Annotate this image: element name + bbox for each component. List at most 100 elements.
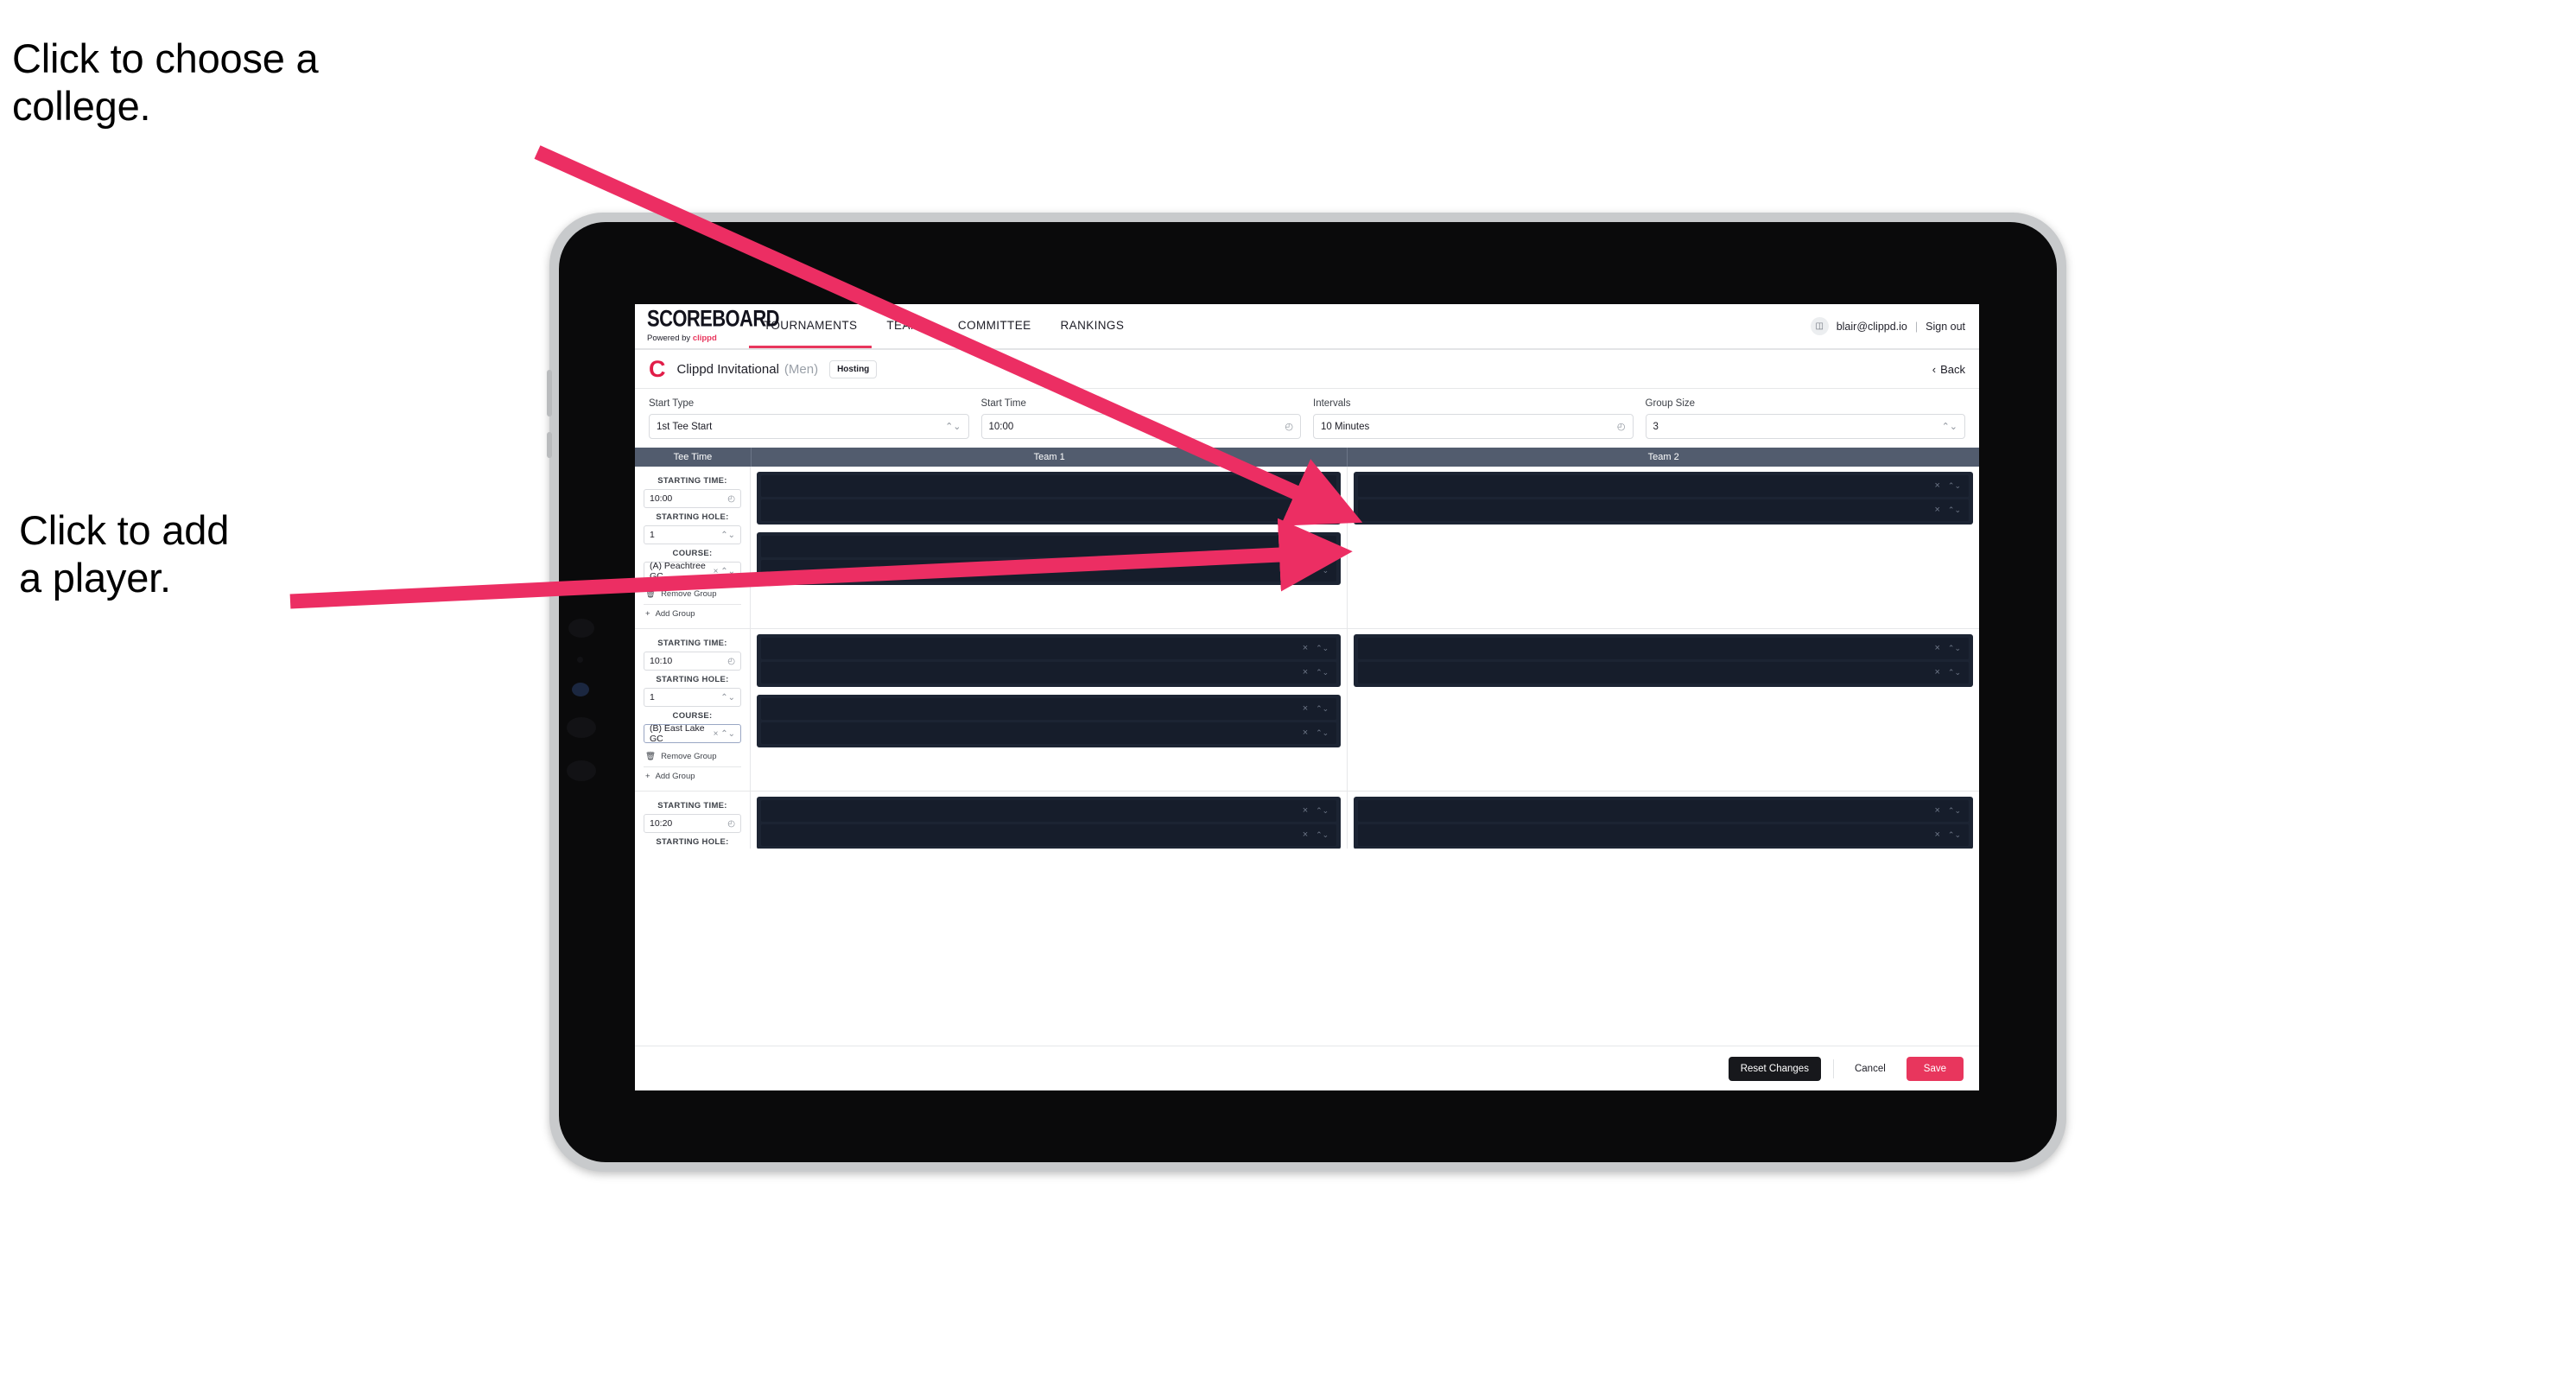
player-slot[interactable]: × ⌃⌄ [761,722,1337,744]
player-slot[interactable]: × ⌃⌄ [761,560,1337,582]
team1-cell: × ⌃⌄ × ⌃⌄ × ⌃⌄ × ⌃⌄ [751,467,1348,628]
remove-group-button[interactable]: 🗑 Remove Group [644,587,741,601]
clear-player-icon[interactable]: × [1934,644,1939,653]
nav-tab-rankings[interactable]: RANKINGS [1046,304,1139,348]
top-navigation-bar: SCOREBOARD Powered by clippd TOURNAMENTS… [635,304,1979,350]
user-avatar-icon[interactable]: ◫ [1810,317,1829,335]
group-size-select[interactable]: 3 ⌃⌄ [1645,414,1965,439]
starting-hole-label: STARTING HOLE: [656,675,729,684]
remove-group-button[interactable]: 🗑 Remove Group [644,749,741,764]
tee-time-row: STARTING TIME: 10:10 ◴ STARTING HOLE: 1 ⌃⌄ COU… [635,629,1979,792]
start-type-select[interactable]: 1st Tee Start ⌃⌄ [649,414,969,439]
starting-time-input[interactable]: 10:20 ◴ [644,814,741,833]
chevron-updown-icon[interactable]: ⌃⌄ [1316,482,1329,490]
course-clear-icon[interactable]: × ⌃⌄ [714,567,735,576]
clear-player-icon[interactable]: × [1303,481,1308,491]
chevron-updown-icon[interactable]: ⌃⌄ [1316,567,1329,575]
intervals-input[interactable]: 10 Minutes ◴ [1313,414,1634,439]
player-slot[interactable]: × ⌃⌄ [761,475,1337,497]
tee-time-table-body[interactable]: STARTING TIME: 10:00 ◴ STARTING HOLE: 1 ⌃⌄ COU… [635,467,1979,849]
player-slot[interactable]: × ⌃⌄ [1358,638,1969,659]
course-select[interactable]: (A) Peachtree GC × ⌃⌄ [644,561,741,582]
player-slot[interactable]: × ⌃⌄ [761,638,1337,659]
save-button[interactable]: Save [1906,1056,1964,1081]
chevron-updown-icon[interactable]: ⌃⌄ [1316,645,1329,652]
clear-player-icon[interactable]: × [1303,830,1308,840]
clear-player-icon[interactable]: × [1934,806,1939,816]
group-size-value: 3 [1653,421,1659,432]
chevron-updown-icon[interactable]: ⌃⌄ [1948,831,1961,839]
chevron-updown-icon[interactable]: ⌃⌄ [1316,705,1329,713]
clear-player-icon[interactable]: × [1303,668,1308,677]
nav-tab-teams[interactable]: TEAMS [872,304,943,348]
chevron-updown-icon[interactable]: ⌃⌄ [720,693,735,703]
back-link[interactable]: ‹ Back [1932,363,1965,376]
app-screen: SCOREBOARD Powered by clippd TOURNAMENTS… [635,304,1979,1090]
clock-icon[interactable]: ◴ [727,819,735,829]
hosting-badge: Hosting [829,359,878,378]
clear-player-icon[interactable]: × [1934,668,1939,677]
clear-player-icon[interactable]: × [1303,566,1308,575]
back-label: Back [1940,362,1965,376]
field-start-type: Start Type 1st Tee Start ⌃⌄ [649,398,969,439]
chevron-updown-icon[interactable]: ⌃⌄ [1948,506,1961,514]
player-slot[interactable]: × ⌃⌄ [1358,662,1969,683]
chevron-updown-icon[interactable]: ⌃⌄ [1948,807,1961,815]
player-slot[interactable]: × ⌃⌄ [1358,824,1969,846]
clock-icon[interactable]: ◴ [727,494,735,504]
starting-time-input[interactable]: 10:10 ◴ [644,652,741,671]
clear-player-icon[interactable]: × [1934,830,1939,840]
player-slot[interactable]: × ⌃⌄ [1358,800,1969,822]
chevron-updown-icon[interactable]: ⌃⌄ [1316,506,1329,514]
tournament-subheader: C Clippd Invitational (Men) Hosting ‹ Ba… [635,350,1979,389]
field-start-time: Start Time 10:00 ◴ [980,398,1301,439]
clear-player-icon[interactable]: × [1303,806,1308,816]
player-slot[interactable]: × ⌃⌄ [761,800,1337,822]
sign-out-link[interactable]: Sign out [1926,321,1965,333]
chevron-updown-icon[interactable]: ⌃⌄ [1316,729,1329,737]
start-time-input[interactable]: 10:00 ◴ [980,414,1301,439]
chevron-updown-icon[interactable]: ⌃⌄ [1948,669,1961,677]
clear-player-icon[interactable]: × [1303,644,1308,653]
chevron-updown-icon[interactable]: ⌃⌄ [1316,669,1329,677]
starting-hole-input[interactable]: 1 ⌃⌄ [644,688,741,707]
chevron-updown-icon[interactable]: ⌃⌄ [1316,543,1329,550]
tee-time-cell: STARTING TIME: 10:00 ◴ STARTING HOLE: 1 ⌃⌄ COU… [635,467,751,628]
cancel-button[interactable]: Cancel [1846,1057,1894,1081]
chevron-updown-icon[interactable]: ⌃⌄ [1948,482,1961,490]
starting-time-input[interactable]: 10:00 ◴ [644,489,741,508]
clear-player-icon[interactable]: × [1934,505,1939,515]
player-slot[interactable]: × ⌃⌄ [1358,475,1969,497]
tournament-gender: (Men) [784,361,819,377]
starting-hole-input[interactable]: 1 ⌃⌄ [644,525,741,544]
field-intervals: Intervals 10 Minutes ◴ [1313,398,1634,439]
clear-player-icon[interactable]: × [1303,505,1308,515]
player-slot[interactable]: × ⌃⌄ [761,499,1337,521]
player-slot[interactable]: × ⌃⌄ [761,536,1337,557]
player-slot[interactable]: × ⌃⌄ [761,824,1337,846]
chevron-updown-icon[interactable]: ⌃⌄ [720,531,735,540]
nav-tab-committee[interactable]: COMMITTEE [943,304,1046,348]
chevron-updown-icon[interactable]: ⌃⌄ [1316,807,1329,815]
device-volume-down-button [547,432,552,458]
clock-icon[interactable]: ◴ [727,657,735,666]
scoreboard-logo[interactable]: SCOREBOARD Powered by clippd [635,304,780,348]
course-select[interactable]: (B) East Lake GC × ⌃⌄ [644,723,741,744]
nav-tab-list: TOURNAMENTS TEAMS COMMITTEE RANKINGS [749,304,1139,348]
reset-changes-button[interactable]: Reset Changes [1728,1056,1821,1081]
add-group-button[interactable]: + Add Group [644,604,741,621]
add-group-button[interactable]: + Add Group [644,766,741,784]
team1-cell: × ⌃⌄ × ⌃⌄ [751,792,1348,849]
player-slot[interactable]: × ⌃⌄ [761,698,1337,720]
chevron-updown-icon[interactable]: ⌃⌄ [1948,645,1961,652]
clear-player-icon[interactable]: × [1303,728,1308,738]
clear-player-icon[interactable]: × [1303,542,1308,551]
clear-player-icon[interactable]: × [1934,481,1939,491]
field-group-size: Group Size 3 ⌃⌄ [1645,398,1965,439]
starting-time-label: STARTING TIME: [657,639,727,648]
chevron-updown-icon[interactable]: ⌃⌄ [1316,831,1329,839]
clear-player-icon[interactable]: × [1303,704,1308,714]
player-slot[interactable]: × ⌃⌄ [1358,499,1969,521]
player-slot[interactable]: × ⌃⌄ [761,662,1337,683]
course-clear-icon[interactable]: × ⌃⌄ [714,729,735,739]
